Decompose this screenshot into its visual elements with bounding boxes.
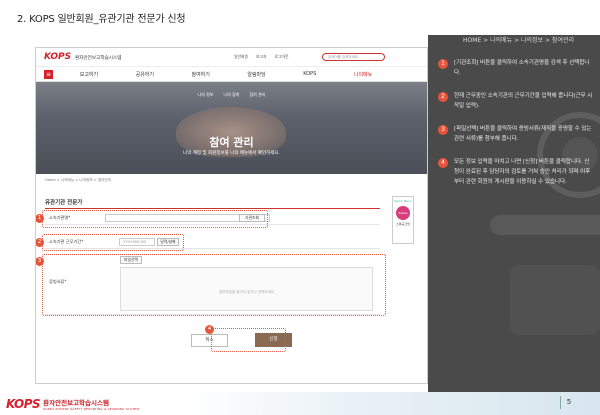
nav-item-participate[interactable]: 참여하기: [191, 71, 209, 78]
slide: 2. KOPS 일반회원_유관기관 전문가 신청 HOME > 나의메뉴 > 나…: [0, 0, 600, 415]
highlight-step-2: [42, 234, 184, 251]
step-number: 3: [438, 125, 448, 135]
nav-item-notice[interactable]: 알림마당: [247, 71, 265, 78]
site-breadcrumb: Home > 나의메뉴 > 나의정보 > 참여관리: [45, 178, 112, 182]
footer-logo: KOPS 환자안전보고학습시스템 KOREA PATIENT SAFETY RE…: [6, 397, 139, 411]
quick-menu-title: Quick Menu: [394, 199, 412, 203]
form-divider: [45, 208, 380, 209]
main-nav: ≡ 보고하기 공유하기 참여하기 알림마당 KOPS 나의메뉴: [36, 67, 427, 82]
nav-item-report[interactable]: 보고하기: [80, 71, 98, 78]
badge-1: 1: [36, 214, 44, 223]
highlight-step-1: [42, 210, 268, 228]
step-item: 1 [기관조회] 버튼을 클릭하여 소속기관명을 검색 후 선택합니다.: [438, 58, 593, 78]
website-screenshot: KOPS 환자안전보고학습시스템 일반회원 보고자 로그아웃 검색어를 입력하세…: [35, 47, 428, 384]
top-link-reporter[interactable]: 보고자: [256, 54, 266, 60]
footer-subtitle: KOREA PATIENT SAFETY REPORTING & LEARNIN…: [43, 407, 140, 411]
nav-item-my-menu[interactable]: 나의메뉴: [354, 71, 372, 78]
nav-items: 보고하기 공유하기 참여하기 알림마당 KOPS 나의메뉴: [61, 71, 391, 78]
footer-logo-text: 환자안전보고학습시스템 KOREA PATIENT SAFETY REPORTI…: [43, 397, 139, 411]
search-input[interactable]: 검색어를 입력하세요: [322, 53, 385, 61]
top-links: 일반회원 보고자 로그아웃: [234, 54, 288, 60]
footer-title: 환자안전보고학습시스템: [43, 399, 109, 407]
site-logo-subtitle: 환자안전보고학습시스템: [75, 56, 122, 61]
slide-title: 2. KOPS 일반회원_유관기관 전문가 신청: [17, 14, 186, 25]
badge-3: 3: [36, 257, 44, 266]
step-item: 3 [파일선택] 버튼을 클릭하여 증빙서류(재직을 증명할 수 있는 관련 서…: [438, 124, 593, 144]
tab-my-participation[interactable]: 나의 참여: [224, 92, 240, 98]
safety-circle-icon[interactable]: Safety: [396, 206, 410, 220]
step-text: [파일선택] 버튼을 클릭하여 증빙서류(재직을 증명할 수 있는 관련 서류)…: [454, 126, 592, 142]
sub-tabs: 나의 정보 나의 참여 참여 관리: [36, 92, 427, 98]
highlight-step-3: [42, 254, 386, 316]
nav-item-kops[interactable]: KOPS: [303, 71, 316, 78]
hero-description: 나의 계정 및 회원정보를 나의 메뉴에서 확인하세요.: [183, 151, 280, 156]
site-header: KOPS 환자안전보고학습시스템 일반회원 보고자 로그아웃 검색어를 입력하세…: [36, 48, 427, 67]
nav-item-share[interactable]: 공유하기: [136, 71, 154, 78]
footer-logo-mark: KOPS: [6, 397, 41, 411]
site-logo[interactable]: KOPS: [44, 52, 71, 62]
highlight-step-4: [211, 328, 286, 352]
step-item: 4 모든 정보 입력을 마치고 나면 [신청] 버튼을 클릭합니다. 신청이 완…: [438, 157, 593, 187]
quick-menu-label: 소통공간방: [396, 222, 410, 226]
hero-banner: 나의 정보 나의 참여 참여 관리 참여 관리 나의 계정 및 회원정보를 나의…: [36, 82, 427, 174]
step-list: 1 [기관조회] 버튼을 클릭하여 소속기관명을 검색 후 선택합니다. 2 현…: [438, 58, 593, 200]
top-link-member[interactable]: 일반회원: [234, 54, 248, 60]
breadcrumb: HOME > 나의메뉴 > 나의정보 > 참여관리: [463, 37, 574, 44]
page-number: 5: [560, 396, 577, 409]
hero-title: 참여 관리: [209, 136, 254, 149]
step-text: 모든 정보 입력을 마치고 나면 [신청] 버튼을 클릭합니다. 신청이 완료된…: [454, 159, 591, 185]
tab-my-info[interactable]: 나의 정보: [198, 92, 214, 98]
badge-4: 4: [205, 325, 214, 334]
hamburger-icon[interactable]: ≡: [44, 70, 53, 79]
top-link-logout[interactable]: 로그아웃: [274, 54, 288, 60]
badge-2: 2: [36, 238, 44, 247]
step-text: 현재 근무중인 소속기관의 근무기간을 입력해 줍니다(근무 시작일 입력).: [454, 93, 593, 109]
step-number: 4: [438, 158, 448, 168]
step-number: 1: [438, 59, 448, 69]
form-title: 유관기관 전문가: [45, 200, 83, 206]
step-item: 2 현재 근무중인 소속기관의 근무기간을 입력해 줍니다(근무 시작일 입력)…: [438, 91, 593, 111]
quick-menu: Quick Menu Safety 소통공간방: [392, 196, 414, 244]
step-text: [기관조회] 버튼을 클릭하여 소속기관명을 검색 후 선택합니다.: [454, 60, 590, 76]
tab-participation-manage[interactable]: 참여 관리: [250, 92, 266, 98]
step-number: 2: [438, 92, 448, 102]
